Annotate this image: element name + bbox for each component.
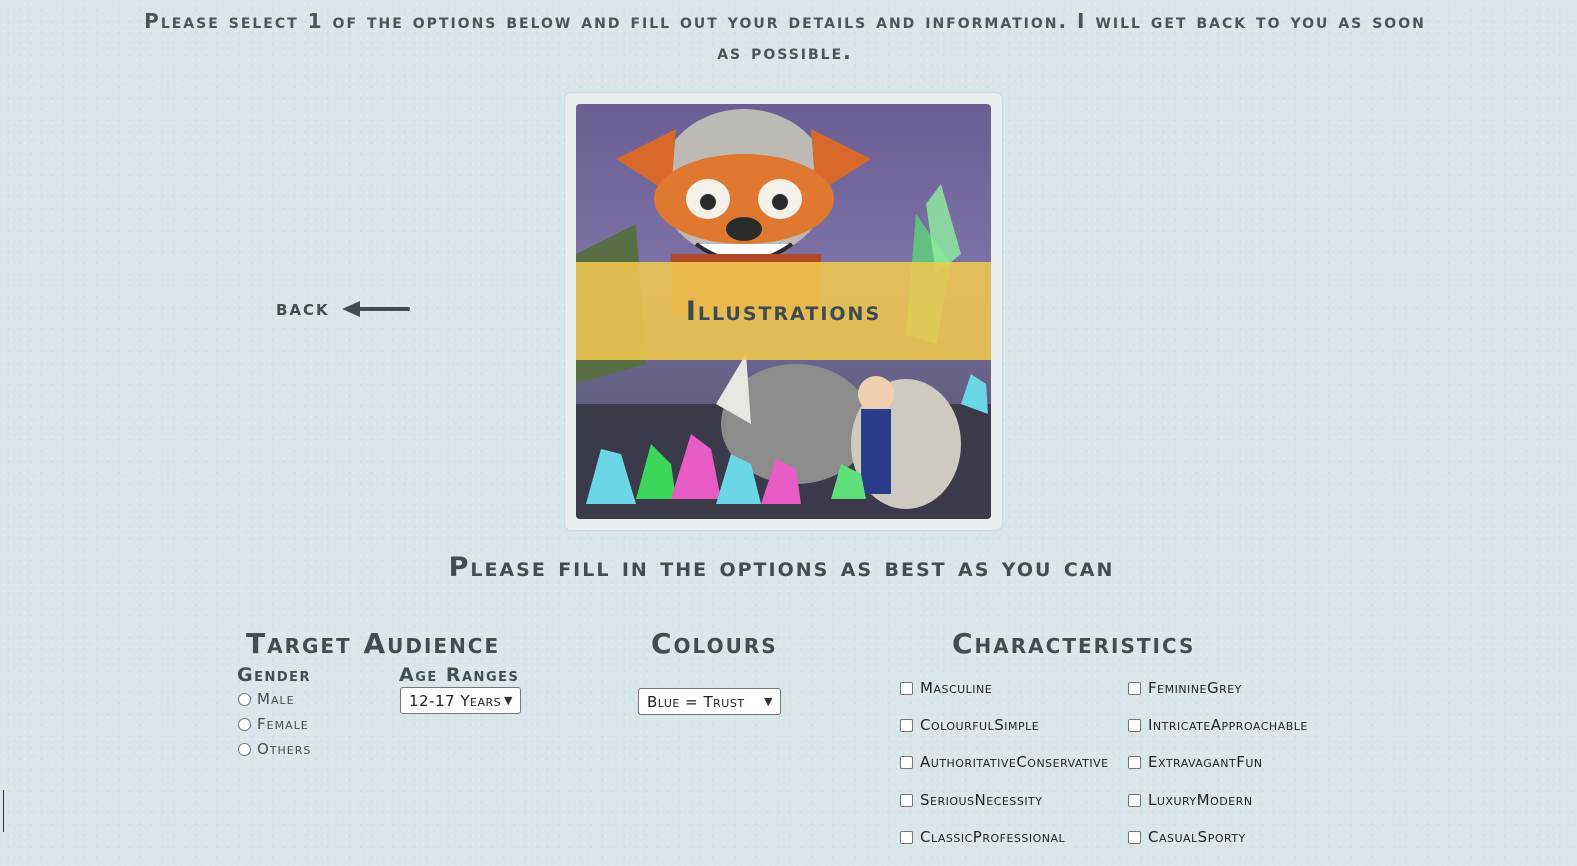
checkbox[interactable] [1128,755,1141,769]
characteristics-heading: Characteristics [952,627,1196,660]
radio-female[interactable] [238,717,251,731]
card-title: Illustrations [685,295,882,327]
characteristic-option[interactable]: AuthoritativeConservative [900,753,1109,771]
gender-option-female[interactable]: Female [238,715,309,733]
age-range-select[interactable]: 12-17 Years ▼ [400,687,521,714]
card-banner: Illustrations [576,262,991,360]
chevron-down-icon: ▼ [764,695,773,708]
checkbox[interactable] [900,830,913,844]
target-audience-heading: Target Audience [246,627,501,660]
checkbox-label: SeriousNecessity [920,791,1043,809]
checkbox[interactable] [900,793,913,807]
characteristic-option[interactable]: CasualSporty [1128,828,1246,846]
radio-others[interactable] [238,742,251,756]
checkbox[interactable] [900,755,913,769]
illustration-artwork: Illustrations [576,104,991,519]
characteristic-option[interactable]: ExtravagantFun [1128,753,1263,771]
characteristic-option[interactable]: Masculine [900,679,992,697]
colours-heading: Colours [651,627,778,660]
characteristic-option[interactable]: ClassicProfessional [900,828,1065,846]
checkbox-label: ColourfulSimple [920,716,1040,734]
illustrations-card[interactable]: Illustrations [565,93,1002,530]
back-link[interactable]: back [276,296,410,321]
checkbox[interactable] [1128,718,1141,732]
radio-label: Male [257,690,295,708]
checkbox-label: ExtravagantFun [1148,753,1263,771]
colour-select[interactable]: Blue = Trust ▼ [638,688,781,715]
characteristic-option[interactable]: SeriousNecessity [900,791,1043,809]
checkbox-label: Masculine [920,679,993,697]
radio-label: Others [257,740,312,758]
age-range-value: 12-17 Years [409,691,502,710]
intro-text: Please select 1 of the options below and… [144,9,1426,64]
checkbox[interactable] [900,681,913,695]
checkbox-label: FeminineGrey [1148,679,1242,697]
checkbox[interactable] [1128,830,1141,844]
colour-value: Blue = Trust [647,692,745,711]
characteristic-option[interactable]: IntricateApproachable [1128,716,1308,734]
back-label: back [276,296,330,321]
checkbox[interactable] [1128,681,1141,695]
gender-option-others[interactable]: Others [238,740,311,758]
characteristic-option[interactable]: ColourfulSimple [900,716,1039,734]
chevron-down-icon: ▼ [504,694,513,707]
checkbox-label: ClassicProfessional [920,828,1066,846]
checkbox-label: LuxuryModern [1148,791,1253,809]
form-instructions: Please fill in the options as best as yo… [448,552,1115,583]
checkbox-label: CasualSporty [1148,828,1246,846]
checkbox[interactable] [900,718,913,732]
gender-option-male[interactable]: Male [238,690,295,708]
radio-male[interactable] [238,692,251,706]
radio-label: Female [257,715,309,733]
gender-label: Gender [237,664,312,686]
checkbox-label: IntricateApproachable [1148,716,1308,734]
checkbox[interactable] [1128,793,1141,807]
age-ranges-label: Age Ranges [399,664,520,686]
edge-widget [0,790,4,832]
checkbox-label: AuthoritativeConservative [920,753,1109,771]
characteristic-option[interactable]: LuxuryModern [1128,791,1253,809]
characteristic-option[interactable]: FeminineGrey [1128,679,1242,697]
arrow-left-icon [341,300,410,317]
